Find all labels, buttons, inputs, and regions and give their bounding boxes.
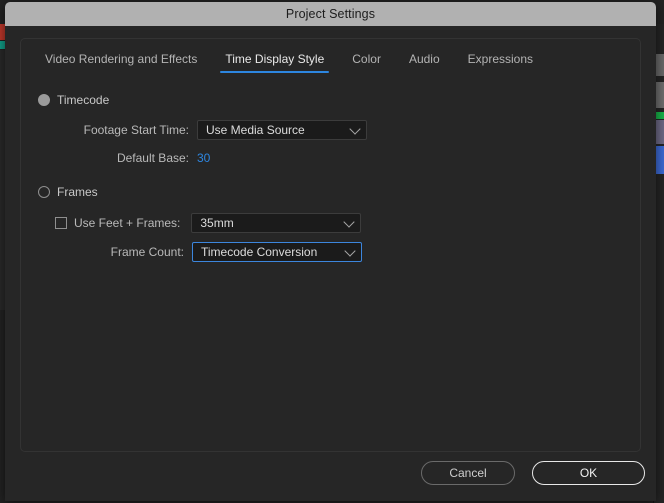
frame-count-value: Timecode Conversion (201, 245, 318, 259)
chevron-down-icon (343, 216, 356, 228)
frame-count-select[interactable]: Timecode Conversion (192, 242, 362, 262)
radio-timecode-icon[interactable] (38, 94, 50, 106)
tab-audio[interactable]: Audio (395, 49, 454, 73)
dialog-title: Project Settings (285, 7, 376, 21)
default-base-label: Default Base: (116, 151, 189, 165)
cancel-button[interactable]: Cancel (421, 461, 515, 485)
use-feet-frames-label: Use Feet + Frames: (74, 216, 181, 230)
tab-label: Audio (408, 52, 440, 66)
field-row-frame-count: Frame Count: Timecode Conversion (21, 239, 640, 265)
radio-row-timecode[interactable]: Timecode (38, 87, 640, 113)
settings-panel: Video Rendering and Effects Time Display… (20, 38, 641, 452)
tab-video-rendering-and-effects[interactable]: Video Rendering and Effects (31, 49, 211, 73)
ok-button-label: OK (579, 466, 598, 480)
default-base-value[interactable]: 30 (197, 151, 210, 165)
cancel-button-label: Cancel (449, 466, 487, 480)
tab-time-display-style[interactable]: Time Display Style (211, 49, 338, 73)
radio-frames-label: Frames (57, 185, 98, 199)
frame-count-label: Frame Count: (110, 245, 184, 259)
dialog-titlebar[interactable]: Project Settings (5, 2, 656, 26)
feet-frames-format-value: 35mm (200, 216, 234, 230)
dialog-body: Video Rendering and Effects Time Display… (5, 26, 656, 501)
tab-bar: Video Rendering and Effects Time Display… (21, 39, 640, 73)
footage-start-time-value: Use Media Source (206, 123, 305, 137)
use-feet-frames-checkbox[interactable] (55, 217, 67, 229)
tab-label: Color (352, 52, 381, 66)
field-row-use-feet-frames: Use Feet + Frames: 35mm (55, 210, 640, 236)
radio-frames-icon[interactable] (38, 186, 50, 198)
ok-button[interactable]: OK (532, 461, 645, 485)
radio-timecode-label: Timecode (57, 93, 110, 107)
time-display-style-content: Timecode Footage Start Time: Use Media S… (21, 73, 640, 265)
field-row-footage-start-time: Footage Start Time: Use Media Source (21, 117, 640, 143)
tab-label: Time Display Style (225, 52, 325, 66)
feet-frames-format-select[interactable]: 35mm (191, 213, 362, 233)
project-settings-dialog: Project Settings Video Rendering and Eff… (5, 2, 656, 501)
tab-label: Expressions (467, 52, 534, 66)
footage-start-time-label: Footage Start Time: (83, 123, 189, 137)
tab-color[interactable]: Color (338, 49, 395, 73)
footage-start-time-select[interactable]: Use Media Source (197, 120, 367, 140)
chevron-down-icon (349, 123, 361, 135)
dialog-footer: Cancel OK (5, 447, 656, 501)
radio-row-frames[interactable]: Frames (38, 179, 640, 205)
tab-expressions[interactable]: Expressions (454, 49, 547, 73)
field-row-default-base: Default Base: 30 (21, 145, 640, 171)
tab-label: Video Rendering and Effects (45, 52, 198, 66)
chevron-down-icon (344, 245, 356, 257)
